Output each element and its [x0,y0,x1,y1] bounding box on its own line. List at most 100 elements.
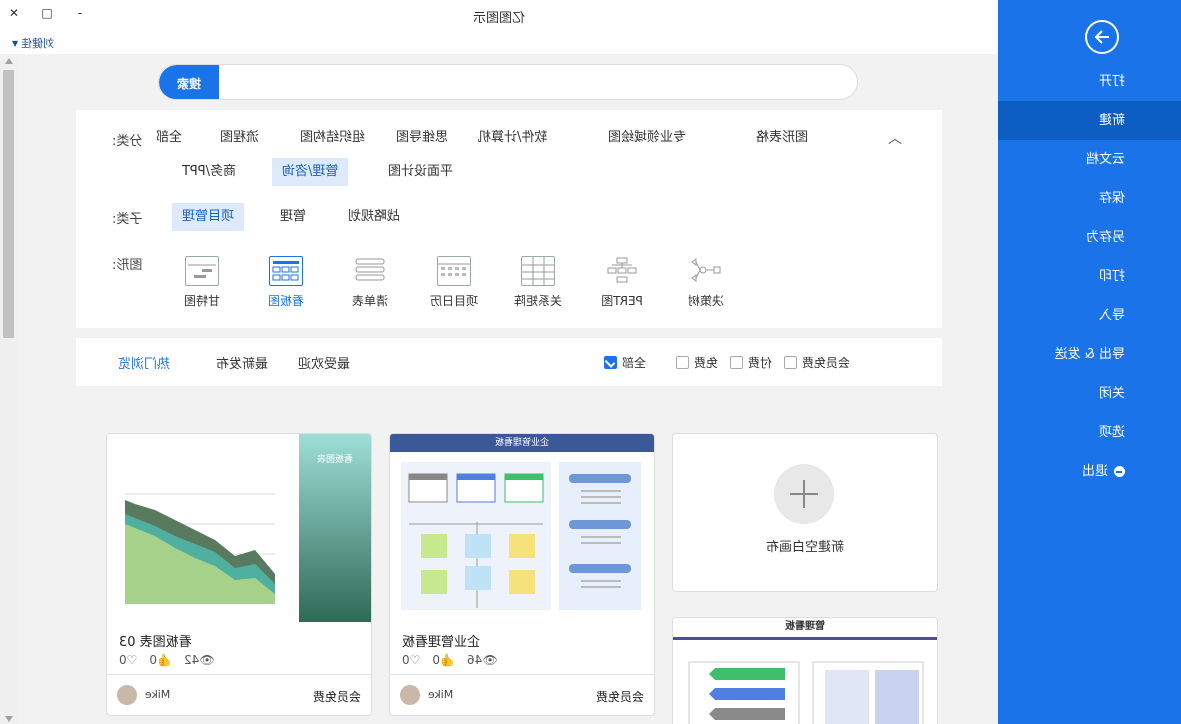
sidebar-item-exit[interactable]: 退出 [998,452,1181,491]
main-area: 亿图图示 - □ ✕ 刘健佳 ▼ 搜索 分类: 全部 流程图 组织结构图 思维导… [0,0,998,724]
template-kanban[interactable]: 看板图 [256,256,316,309]
checkbox-label: 全部 [622,356,647,370]
thumb-panel-right [401,462,551,610]
likes-count: 0 [432,653,441,667]
sidebar-item-print[interactable]: 打印 [998,257,1181,296]
sidebar-item-close[interactable]: 关闭 [998,374,1181,413]
filter-paid-checkbox[interactable]: 付费 [730,354,772,371]
subcategory-strategy[interactable]: 战略规划 [338,203,410,231]
template-card-kanban-03[interactable]: 看板图表 看板图表 03 👁42 👍0 ♡0 Mike 会员免费 [106,433,372,716]
filter-panel: 分类: 全部 流程图 组织结构图 思维导图 软件/计算机 专业领域绘图 图形表格… [76,110,942,328]
sidebar-item-label: 导出 & 发送 [1054,347,1125,362]
category-mind-map[interactable]: 思维导图 [386,124,458,152]
category-all[interactable]: 全部 [146,124,192,152]
category-management[interactable]: 管理/咨询 [272,158,349,186]
checkbox-label: 付费 [748,356,773,370]
category-professional[interactable]: 专业领域绘图 [598,124,696,152]
likes-stat[interactable]: 👍0 [432,653,455,667]
new-blank-label: 新建空白画布 [766,540,845,555]
checkbox-box [604,356,617,369]
template-label: 关系矩阵 [514,294,563,308]
template-gantt[interactable]: 甘特图 [172,256,232,309]
card-header: 看板图表 [317,455,354,465]
minimize-button[interactable]: - [70,6,90,20]
views-count: 46 [467,653,483,667]
gantt-icon [185,256,219,286]
vertical-scrollbar[interactable] [0,56,18,724]
sort-popular[interactable]: 热门浏览 [118,353,170,372]
scroll-up-icon[interactable] [5,58,13,64]
close-button[interactable]: ✕ [4,6,24,20]
subcategory-label: 子类: [112,212,143,227]
checkbox-box [676,356,689,369]
sidebar-menu: 打开 新建 云文档 保存 另存为 打印 导入 导出 & 发送 关闭 选项 退出 [998,62,1181,491]
template-checklist[interactable]: 清单表 [340,256,400,309]
card-thumbnail: 企业管理看板 [390,434,654,622]
sidebar-item-label: 另存为 [1085,230,1125,245]
sort-favorite[interactable]: 最受欢迎 [298,353,350,372]
author-name: Mike [145,688,171,701]
card-thumbnail: 看板图表 [107,434,371,624]
new-blank-card[interactable]: 新建空白画布 [672,433,938,592]
sidebar-item-label: 打开 [1098,74,1125,89]
category-graphic-design[interactable]: 平面设计图 [378,158,463,186]
scroll-down-icon[interactable] [5,716,13,722]
template-card-enterprise[interactable]: 企业管理看板 企业管理看板 👁46 👍0 ♡0 Mike 会员免费 [389,433,655,716]
category-label: 分类: [112,134,143,149]
search-button[interactable]: 搜索 [159,65,219,100]
checkbox-box [784,356,797,369]
filter-all-checkbox[interactable]: 全部 [604,354,646,371]
heart-icon: ♡ [126,653,138,667]
likes-count: 0 [149,653,158,667]
user-menu[interactable]: 刘健佳 ▼ [12,35,54,51]
likes-stat[interactable]: 👍0 [149,653,172,667]
template-label: 清单表 [352,294,389,308]
window-title: 亿图图示 [473,10,526,26]
template-label: PERT图 [601,294,643,308]
filter-free-checkbox[interactable]: 免费 [676,354,718,371]
template-relation-matrix[interactable]: 关系矩阵 [508,256,568,309]
search-input[interactable] [243,71,843,93]
sort-newest[interactable]: 最新发布 [216,353,268,372]
template-label: 甘特图 [184,294,221,308]
favs-count: 0 [402,653,410,667]
sidebar-item-cloud[interactable]: 云文档 [998,140,1181,179]
category-business[interactable]: 商务/PPT [172,158,246,186]
category-graphic-table[interactable]: 图形表格 [746,124,818,152]
template-label: 项目日历 [430,294,479,308]
category-org-chart[interactable]: 组织结构图 [290,124,375,152]
eye-icon: 👁 [482,653,498,667]
sidebar-item-export[interactable]: 导出 & 发送 [998,335,1181,374]
sidebar-item-open[interactable]: 打开 [998,62,1181,101]
maximize-button[interactable]: □ [37,6,57,20]
category-software[interactable]: 软件/计算机 [468,124,557,152]
thumb-chart [125,474,275,624]
price-label: 会员免费 [595,690,644,704]
template-project-calendar[interactable]: 项目日历 [424,256,484,309]
sidebar: 打开 新建 云文档 保存 另存为 打印 导入 导出 & 发送 关闭 选项 退出 [998,0,1181,724]
card-footer: Mike 会员免费 [390,674,654,716]
sidebar-item-save-as[interactable]: 另存为 [998,218,1181,257]
card-title: 企业管理看板 [402,635,481,650]
subcategory-management[interactable]: 管理 [270,203,316,231]
favs-stat[interactable]: ♡0 [402,653,420,667]
sidebar-item-label: 打印 [1098,269,1125,284]
sidebar-item-save[interactable]: 保存 [998,179,1181,218]
filter-member-checkbox[interactable]: 会员免费 [784,354,850,371]
sidebar-item-new[interactable]: 新建 [998,101,1181,140]
sidebar-item-import[interactable]: 导入 [998,296,1181,335]
template-card-management[interactable]: 管理看板 [672,617,938,724]
category-flowchart[interactable]: 流程图 [210,124,269,152]
thumbs-up-icon: 👍 [440,653,455,667]
template-pert[interactable]: PERT图 [592,256,652,309]
user-name: 刘健佳 [21,37,55,50]
calendar-icon [437,256,471,286]
scrollbar-thumb[interactable] [3,70,14,338]
collapse-icon[interactable]: ︿ [888,128,902,148]
subcategory-project-mgmt[interactable]: 项目管理 [172,203,245,231]
template-decision-tree[interactable]: 决策树 [676,256,736,309]
sidebar-item-options[interactable]: 选项 [998,413,1181,452]
card-thumbnail [685,660,925,724]
back-arrow-icon[interactable] [1085,20,1119,54]
favs-stat[interactable]: ♡0 [119,653,137,667]
